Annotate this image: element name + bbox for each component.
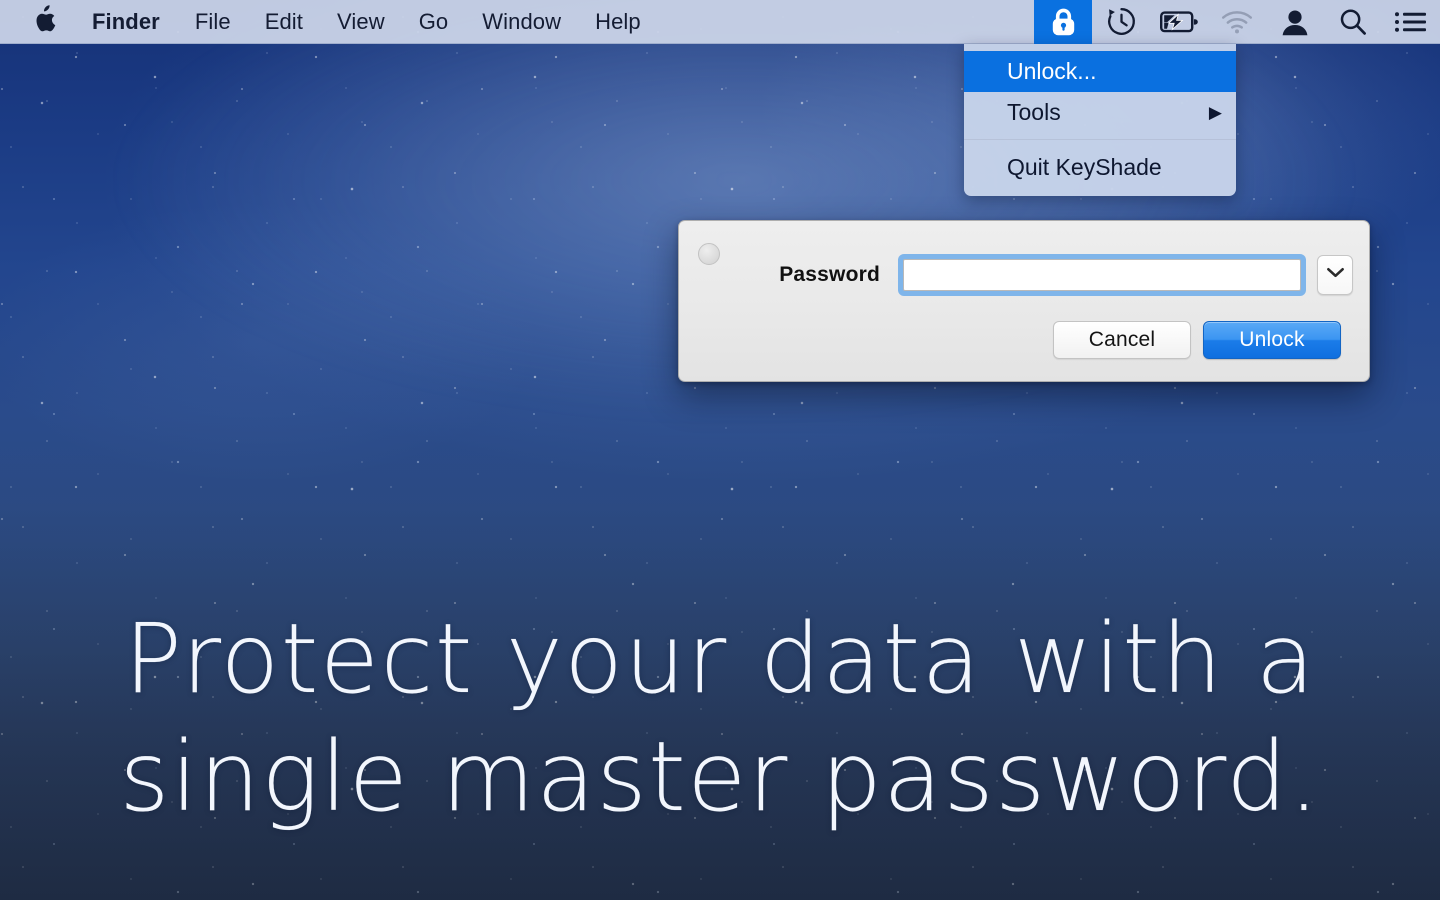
menu-option-tools-label: Tools	[1007, 99, 1061, 125]
status-item-user[interactable]	[1266, 0, 1324, 44]
hero-tagline-line-2: single master password.	[119, 721, 1321, 833]
menu-bar-status-group	[1034, 0, 1440, 44]
chevron-down-icon	[1326, 266, 1345, 284]
menu-option-unlock-label: Unlock...	[1007, 58, 1097, 84]
dialog-button-row: Cancel Unlock	[1053, 321, 1341, 359]
menu-bar-left-group: Finder File Edit View Go Window Help	[0, 0, 658, 44]
menu-bar: Finder File Edit View Go Window Help	[0, 0, 1440, 44]
submenu-arrow-icon: ▶	[1208, 103, 1222, 122]
apple-menu-button[interactable]	[0, 0, 74, 44]
menu-option-tools[interactable]: Tools ▶	[964, 92, 1236, 133]
wifi-icon	[1220, 9, 1254, 35]
menu-option-unlock[interactable]: Unlock...	[964, 51, 1236, 92]
menu-option-quit-label: Quit KeyShade	[1007, 154, 1162, 180]
keyshade-dropdown-menu: Unlock... Tools ▶ Quit KeyShade	[964, 44, 1236, 196]
menu-item-edit[interactable]: Edit	[248, 0, 320, 44]
apple-logo-icon	[34, 5, 57, 38]
menu-item-finder[interactable]: Finder	[74, 0, 178, 44]
password-input[interactable]	[903, 259, 1301, 291]
menu-option-quit-keyshade[interactable]: Quit KeyShade	[964, 147, 1236, 188]
keyshade-lock-icon	[1050, 7, 1077, 37]
battery-charging-icon	[1160, 10, 1198, 34]
status-item-time-machine[interactable]	[1092, 0, 1150, 44]
menu-item-view[interactable]: View	[320, 0, 402, 44]
desktop: Protect your data with a single master p…	[0, 0, 1440, 900]
menu-separator	[964, 139, 1236, 140]
unlock-button[interactable]: Unlock	[1203, 321, 1341, 359]
user-account-icon	[1280, 8, 1310, 36]
menu-item-go[interactable]: Go	[402, 0, 466, 44]
status-item-keyshade[interactable]	[1034, 0, 1092, 44]
status-item-notification-center[interactable]	[1382, 0, 1440, 44]
spotlight-search-icon	[1338, 7, 1368, 37]
notification-center-icon	[1394, 10, 1428, 34]
cancel-button[interactable]: Cancel	[1053, 321, 1191, 359]
status-item-battery[interactable]	[1150, 0, 1208, 44]
password-input-focus-ring	[898, 254, 1306, 296]
status-item-wifi[interactable]	[1208, 0, 1266, 44]
status-item-spotlight[interactable]	[1324, 0, 1382, 44]
menu-item-window[interactable]: Window	[465, 0, 578, 44]
password-field-row: Password	[679, 254, 1371, 296]
password-dialog: Password Cancel Unlock	[678, 220, 1370, 382]
hero-tagline: Protect your data with a single master p…	[0, 600, 1440, 836]
password-history-dropdown-button[interactable]	[1317, 255, 1353, 295]
hero-tagline-line-1: Protect your data with a	[123, 603, 1317, 715]
menu-item-help[interactable]: Help	[578, 0, 658, 44]
time-machine-icon	[1106, 6, 1137, 37]
menu-item-file[interactable]: File	[178, 0, 248, 44]
password-label: Password	[779, 263, 880, 286]
